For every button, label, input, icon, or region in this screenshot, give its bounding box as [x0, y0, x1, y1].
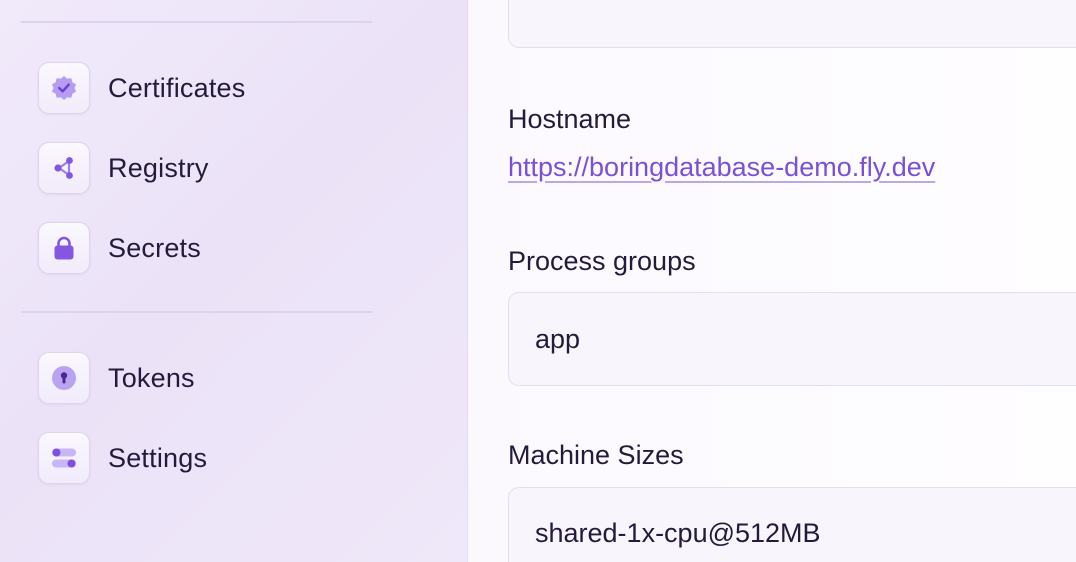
previous-field-box	[508, 0, 1076, 48]
process-groups-value: app	[535, 324, 581, 354]
share-nodes-icon	[38, 142, 90, 194]
sidebar-item-tokens[interactable]: Tokens	[38, 352, 195, 404]
sidebar-item-secrets[interactable]: Secrets	[38, 222, 201, 274]
sidebar-item-label: Certificates	[108, 72, 246, 103]
sidebar-item-label: Tokens	[108, 362, 195, 393]
toggles-icon	[38, 432, 90, 484]
hostname-label: Hostname	[508, 104, 632, 134]
sidebar-item-registry[interactable]: Registry	[38, 142, 209, 194]
sidebar-divider	[21, 21, 372, 23]
hostname-link[interactable]: https://boringdatabase-demo.fly.dev	[508, 152, 935, 183]
keyhole-icon	[38, 352, 90, 404]
machine-sizes-value: shared-1x-cpu@512MB	[535, 518, 821, 548]
lock-icon	[38, 222, 90, 274]
main-content: Hostname https://boringdatabase-demo.fly…	[468, 0, 1076, 562]
sidebar-item-settings[interactable]: Settings	[38, 432, 207, 484]
sidebar: Certificates Registry Secrets Tokens Set…	[0, 0, 468, 562]
machine-sizes-box: shared-1x-cpu@512MB	[508, 487, 1076, 562]
machine-sizes-label: Machine Sizes	[508, 440, 684, 470]
badge-check-icon	[38, 62, 90, 114]
sidebar-item-label: Settings	[108, 442, 208, 473]
sidebar-divider	[21, 311, 372, 313]
sidebar-item-certificates[interactable]: Certificates	[38, 62, 245, 114]
sidebar-item-label: Secrets	[108, 232, 201, 263]
sidebar-item-label: Registry	[108, 152, 209, 183]
process-groups-box: app	[508, 292, 1076, 386]
process-groups-label: Process groups	[508, 246, 696, 276]
